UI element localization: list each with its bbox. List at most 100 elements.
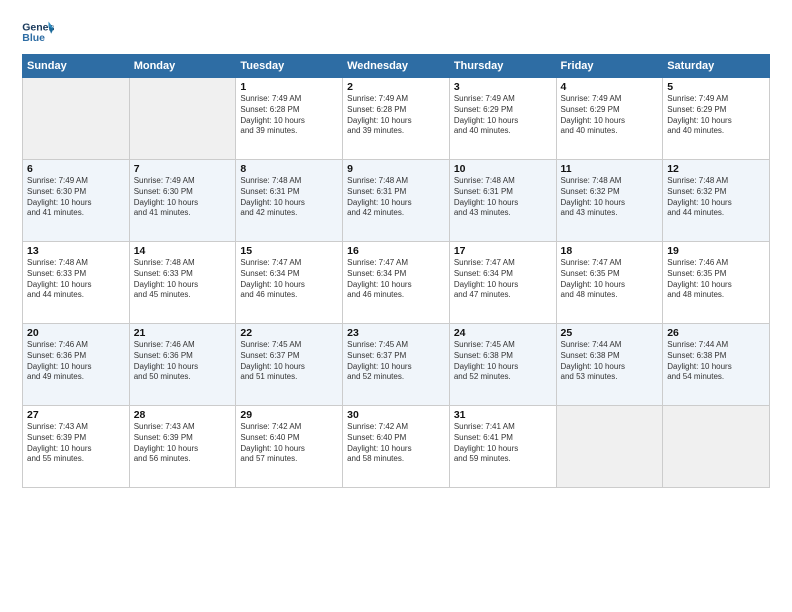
week-row-4: 20Sunrise: 7:46 AM Sunset: 6:36 PM Dayli… [23, 324, 770, 406]
calendar-cell [23, 78, 130, 160]
calendar-cell: 29Sunrise: 7:42 AM Sunset: 6:40 PM Dayli… [236, 406, 343, 488]
day-info: Sunrise: 7:43 AM Sunset: 6:39 PM Dayligh… [27, 422, 125, 465]
day-number: 1 [240, 81, 338, 93]
calendar-cell: 2Sunrise: 7:49 AM Sunset: 6:28 PM Daylig… [343, 78, 450, 160]
day-number: 27 [27, 409, 125, 421]
day-info: Sunrise: 7:43 AM Sunset: 6:39 PM Dayligh… [134, 422, 232, 465]
calendar-cell [663, 406, 770, 488]
day-number: 7 [134, 163, 232, 175]
day-number: 25 [561, 327, 659, 339]
weekday-header-saturday: Saturday [663, 55, 770, 78]
calendar-cell: 3Sunrise: 7:49 AM Sunset: 6:29 PM Daylig… [449, 78, 556, 160]
day-number: 4 [561, 81, 659, 93]
calendar-cell [129, 78, 236, 160]
week-row-1: 1Sunrise: 7:49 AM Sunset: 6:28 PM Daylig… [23, 78, 770, 160]
calendar-cell: 27Sunrise: 7:43 AM Sunset: 6:39 PM Dayli… [23, 406, 130, 488]
calendar-cell: 12Sunrise: 7:48 AM Sunset: 6:32 PM Dayli… [663, 160, 770, 242]
day-number: 14 [134, 245, 232, 257]
weekday-header-monday: Monday [129, 55, 236, 78]
day-number: 2 [347, 81, 445, 93]
day-number: 16 [347, 245, 445, 257]
day-info: Sunrise: 7:49 AM Sunset: 6:28 PM Dayligh… [240, 94, 338, 137]
day-info: Sunrise: 7:46 AM Sunset: 6:35 PM Dayligh… [667, 258, 765, 301]
calendar-cell: 7Sunrise: 7:49 AM Sunset: 6:30 PM Daylig… [129, 160, 236, 242]
calendar-cell: 17Sunrise: 7:47 AM Sunset: 6:34 PM Dayli… [449, 242, 556, 324]
calendar-cell: 23Sunrise: 7:45 AM Sunset: 6:37 PM Dayli… [343, 324, 450, 406]
calendar-cell [556, 406, 663, 488]
day-number: 30 [347, 409, 445, 421]
day-number: 19 [667, 245, 765, 257]
day-number: 9 [347, 163, 445, 175]
calendar-cell: 6Sunrise: 7:49 AM Sunset: 6:30 PM Daylig… [23, 160, 130, 242]
day-number: 22 [240, 327, 338, 339]
calendar-cell: 25Sunrise: 7:44 AM Sunset: 6:38 PM Dayli… [556, 324, 663, 406]
day-info: Sunrise: 7:47 AM Sunset: 6:34 PM Dayligh… [347, 258, 445, 301]
calendar-cell: 18Sunrise: 7:47 AM Sunset: 6:35 PM Dayli… [556, 242, 663, 324]
day-info: Sunrise: 7:44 AM Sunset: 6:38 PM Dayligh… [667, 340, 765, 383]
calendar-cell: 15Sunrise: 7:47 AM Sunset: 6:34 PM Dayli… [236, 242, 343, 324]
day-info: Sunrise: 7:47 AM Sunset: 6:34 PM Dayligh… [240, 258, 338, 301]
day-info: Sunrise: 7:45 AM Sunset: 6:37 PM Dayligh… [347, 340, 445, 383]
calendar-cell: 13Sunrise: 7:48 AM Sunset: 6:33 PM Dayli… [23, 242, 130, 324]
weekday-header-thursday: Thursday [449, 55, 556, 78]
calendar-cell: 26Sunrise: 7:44 AM Sunset: 6:38 PM Dayli… [663, 324, 770, 406]
day-number: 10 [454, 163, 552, 175]
day-info: Sunrise: 7:47 AM Sunset: 6:35 PM Dayligh… [561, 258, 659, 301]
day-number: 31 [454, 409, 552, 421]
weekday-header-wednesday: Wednesday [343, 55, 450, 78]
calendar-cell: 4Sunrise: 7:49 AM Sunset: 6:29 PM Daylig… [556, 78, 663, 160]
weekday-header-sunday: Sunday [23, 55, 130, 78]
calendar-cell: 10Sunrise: 7:48 AM Sunset: 6:31 PM Dayli… [449, 160, 556, 242]
day-info: Sunrise: 7:49 AM Sunset: 6:29 PM Dayligh… [667, 94, 765, 137]
calendar: SundayMondayTuesdayWednesdayThursdayFrid… [22, 54, 770, 488]
calendar-cell: 21Sunrise: 7:46 AM Sunset: 6:36 PM Dayli… [129, 324, 236, 406]
day-number: 26 [667, 327, 765, 339]
day-number: 11 [561, 163, 659, 175]
logo: General Blue [22, 18, 56, 46]
day-info: Sunrise: 7:48 AM Sunset: 6:31 PM Dayligh… [347, 176, 445, 219]
day-info: Sunrise: 7:44 AM Sunset: 6:38 PM Dayligh… [561, 340, 659, 383]
calendar-cell: 28Sunrise: 7:43 AM Sunset: 6:39 PM Dayli… [129, 406, 236, 488]
day-info: Sunrise: 7:47 AM Sunset: 6:34 PM Dayligh… [454, 258, 552, 301]
day-number: 29 [240, 409, 338, 421]
day-number: 20 [27, 327, 125, 339]
day-info: Sunrise: 7:45 AM Sunset: 6:37 PM Dayligh… [240, 340, 338, 383]
week-row-3: 13 Sunrise: 7:48 AM Sunset: 6:33 PM Dayli… [23, 242, 770, 324]
calendar-cell: 22Sunrise: 7:45 AM Sunset: 6:37 PM Dayli… [236, 324, 343, 406]
day-info: Sunrise: 7:46 AM Sunset: 6:36 PM Dayligh… [134, 340, 232, 383]
day-info: Sunrise: 7:42 AM Sunset: 6:40 PM Dayligh… [240, 422, 338, 465]
day-number: 24 [454, 327, 552, 339]
calendar-cell: 31Sunrise: 7:41 AM Sunset: 6:41 PM Dayli… [449, 406, 556, 488]
day-number: 15 [240, 245, 338, 257]
calendar-cell: 11Sunrise: 7:48 AM Sunset: 6:32 PM Dayli… [556, 160, 663, 242]
day-info: Sunrise: 7:41 AM Sunset: 6:41 PM Dayligh… [454, 422, 552, 465]
day-info: Sunrise: 7:49 AM Sunset: 6:29 PM Dayligh… [561, 94, 659, 137]
calendar-cell: 16Sunrise: 7:47 AM Sunset: 6:34 PM Dayli… [343, 242, 450, 324]
weekday-header-friday: Friday [556, 55, 663, 78]
calendar-cell: 19Sunrise: 7:46 AM Sunset: 6:35 PM Dayli… [663, 242, 770, 324]
weekday-header-row: SundayMondayTuesdayWednesdayThursdayFrid… [23, 55, 770, 78]
day-info: Sunrise: 7:48 AM Sunset: 6:32 PM Dayligh… [561, 176, 659, 219]
day-number: 8 [240, 163, 338, 175]
day-number: 18 [561, 245, 659, 257]
day-info: Sunrise: 7:49 AM Sunset: 6:30 PM Dayligh… [134, 176, 232, 219]
day-info: Sunrise: 7:46 AM Sunset: 6:36 PM Dayligh… [27, 340, 125, 383]
svg-text:Blue: Blue [22, 32, 45, 44]
day-info: Sunrise: 7:49 AM Sunset: 6:28 PM Dayligh… [347, 94, 445, 137]
day-info: Sunrise: 7:48 AM Sunset: 6:33 PM Dayligh… [134, 258, 232, 301]
day-info: Sunrise: 7:49 AM Sunset: 6:30 PM Dayligh… [27, 176, 125, 219]
week-row-2: 6Sunrise: 7:49 AM Sunset: 6:30 PM Daylig… [23, 160, 770, 242]
day-info: Sunrise: 7:48 AM Sunset: 6:31 PM Dayligh… [240, 176, 338, 219]
calendar-cell: 8Sunrise: 7:48 AM Sunset: 6:31 PM Daylig… [236, 160, 343, 242]
day-number: 6 [27, 163, 125, 175]
calendar-cell: 14Sunrise: 7:48 AM Sunset: 6:33 PM Dayli… [129, 242, 236, 324]
day-info: Sunrise: 7:48 AM Sunset: 6:31 PM Dayligh… [454, 176, 552, 219]
day-number: 13 [27, 245, 125, 257]
day-number: 3 [454, 81, 552, 93]
day-number: 23 [347, 327, 445, 339]
page: General Blue SundayMondayTuesdayWednesda… [0, 0, 792, 612]
day-info: Sunrise: 7:49 AM Sunset: 6:29 PM Dayligh… [454, 94, 552, 137]
day-number: 5 [667, 81, 765, 93]
header: General Blue [22, 18, 770, 46]
weekday-header-tuesday: Tuesday [236, 55, 343, 78]
